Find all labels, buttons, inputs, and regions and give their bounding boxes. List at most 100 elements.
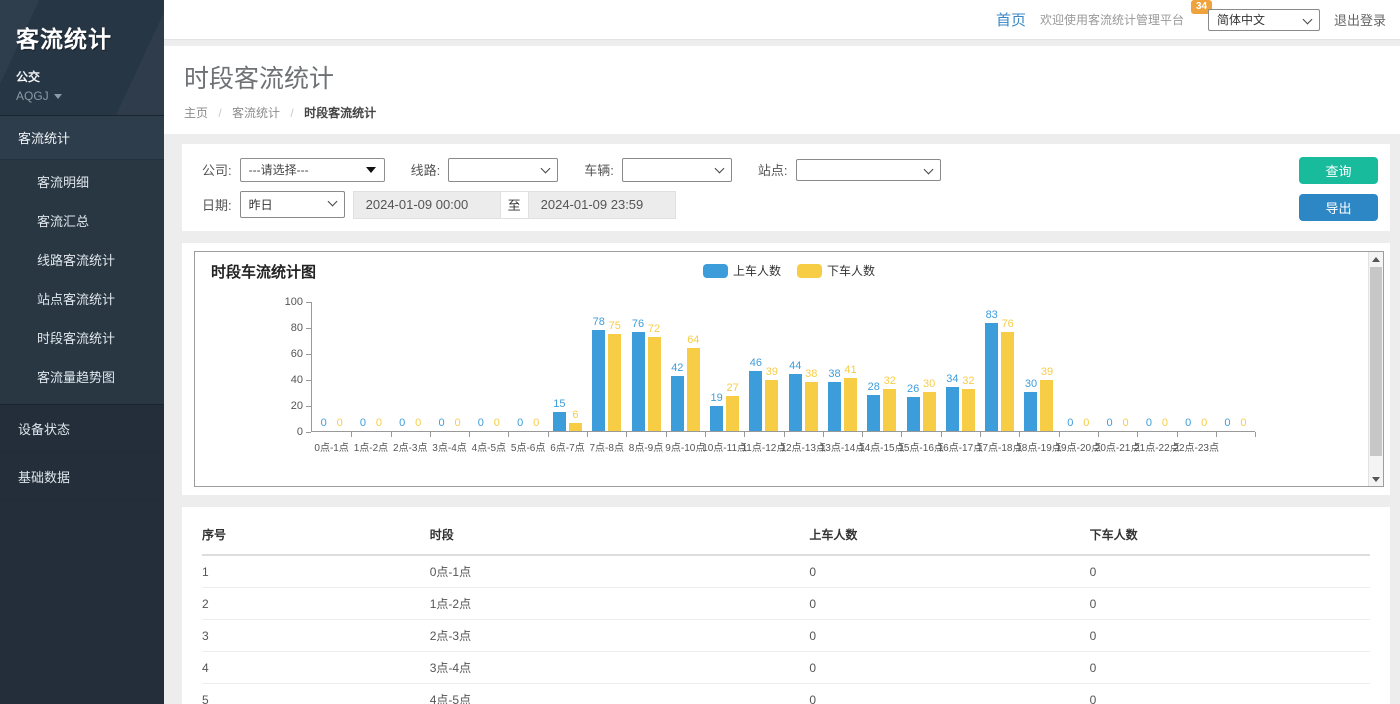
chart-category-group: 0021点-22点 xyxy=(1137,302,1176,431)
date-preset-select[interactable]: 昨日 xyxy=(240,191,345,218)
table-cell: 0 xyxy=(809,652,1089,684)
org-selector[interactable]: AQGJ xyxy=(16,89,148,103)
x-axis-label: 1点-2点 xyxy=(354,439,388,454)
chart-scrollbar[interactable] xyxy=(1368,252,1383,486)
table-cell: 0 xyxy=(809,555,1089,588)
bar-value-label: 30 xyxy=(923,378,935,390)
table-row: 21点-2点00 xyxy=(202,588,1370,620)
chart-category-group: 000点-1点 xyxy=(312,302,351,431)
bar-wrapper: 42 xyxy=(671,302,684,431)
breadcrumb: 主页 / 客流统计 / 时段客流统计 xyxy=(184,104,1380,121)
bar-wrapper: 44 xyxy=(789,302,802,431)
bar-value-label: 0 xyxy=(1185,417,1191,429)
topbar: 首页 欢迎使用客流统计管理平台 34 简体中文 退出登录 xyxy=(164,0,1400,40)
bar-value-label: 0 xyxy=(399,417,405,429)
sidebar-item[interactable]: 基础数据 xyxy=(0,453,164,501)
bar-上车人数 xyxy=(632,332,645,431)
column-header: 下车人数 xyxy=(1090,513,1370,555)
org-name: 公交 xyxy=(16,68,148,85)
company-label: 公司: xyxy=(202,160,232,179)
bar-wrapper: 0 xyxy=(1119,302,1132,431)
bar-下车人数 xyxy=(765,380,778,431)
table-row: 54点-5点00 xyxy=(202,684,1370,704)
sidebar-subitem[interactable]: 客流明细 xyxy=(0,162,164,201)
bar-value-label: 44 xyxy=(789,360,801,372)
sidebar-subitem[interactable]: 客流汇总 xyxy=(0,201,164,240)
date-start-input[interactable]: 2024-01-09 00:00 xyxy=(353,191,501,219)
bar-wrapper: 28 xyxy=(867,302,880,431)
x-axis-tick xyxy=(980,432,981,437)
x-axis-tick xyxy=(901,432,902,437)
table-cell: 2点-3点 xyxy=(430,620,810,652)
date-end-input[interactable]: 2024-01-09 23:59 xyxy=(528,191,676,219)
search-button[interactable]: 查询 xyxy=(1299,157,1378,184)
bar-value-label: 0 xyxy=(1083,417,1089,429)
station-select[interactable] xyxy=(796,159,941,181)
bar-wrapper: 26 xyxy=(907,302,920,431)
bar-value-label: 41 xyxy=(844,364,856,376)
sidebar-subitem[interactable]: 时段客流统计 xyxy=(0,318,164,357)
bar-value-label: 0 xyxy=(438,417,444,429)
legend-item-下车人数[interactable]: 下车人数 xyxy=(797,262,875,279)
y-axis-tick-label: 40 xyxy=(257,374,303,386)
filter-row-2: 日期: 昨日 2024-01-09 00:00 至 2024-01-09 23:… xyxy=(202,191,1374,218)
table-cell: 3点-4点 xyxy=(430,652,810,684)
bar-wrapper: 46 xyxy=(749,302,762,431)
x-axis-label: 22点-23点 xyxy=(1173,439,1219,454)
table-cell: 1点-2点 xyxy=(430,588,810,620)
chart-category-group: 443812点-13点 xyxy=(784,302,823,431)
bar-下车人数 xyxy=(687,348,700,431)
y-axis-tick-label: 0 xyxy=(257,426,303,438)
export-button[interactable]: 导出 xyxy=(1299,194,1378,221)
sidebar-subitem[interactable]: 站点客流统计 xyxy=(0,279,164,318)
company-select-value: ---请选择--- xyxy=(249,161,309,178)
breadcrumb-passenger-stats[interactable]: 客流统计 xyxy=(232,106,280,120)
chart-title: 时段车流统计图 xyxy=(211,261,316,282)
table-cell: 0 xyxy=(1090,620,1370,652)
bar-value-label: 0 xyxy=(1201,417,1207,429)
y-axis-tick-label: 80 xyxy=(257,322,303,334)
chevron-down-icon xyxy=(54,94,62,99)
legend-item-上车人数[interactable]: 上车人数 xyxy=(703,262,781,279)
table-cell: 0 xyxy=(1090,652,1370,684)
home-link[interactable]: 首页 xyxy=(996,9,1026,30)
chart-category-group: 192710点-11点 xyxy=(705,302,744,431)
sidebar-logo-area: 客流统计 公交 AQGJ xyxy=(0,0,164,116)
bar-wrapper: 34 xyxy=(946,302,959,431)
bar-value-label: 64 xyxy=(687,334,699,346)
date-label: 日期: xyxy=(202,195,232,214)
bar-value-label: 0 xyxy=(1123,417,1129,429)
chart-plot-area: 000点-1点001点-2点002点-3点003点-4点004点-5点005点-… xyxy=(311,302,1255,432)
vehicle-label: 车辆: xyxy=(584,160,614,179)
scroll-up-icon[interactable] xyxy=(1369,252,1383,266)
bar-wrapper: 39 xyxy=(765,302,778,431)
bar-wrapper: 75 xyxy=(608,302,621,431)
company-select[interactable]: ---请选择--- xyxy=(240,158,385,182)
sidebar-subitem[interactable]: 客流量趋势图 xyxy=(0,357,164,396)
bar-wrapper: 6 xyxy=(569,302,582,431)
bar-wrapper: 0 xyxy=(1080,302,1093,431)
bar-value-label: 75 xyxy=(609,320,621,332)
bar-wrapper: 30 xyxy=(923,302,936,431)
vehicle-select[interactable] xyxy=(622,158,732,182)
bar-value-label: 15 xyxy=(553,398,565,410)
table-row: 32点-3点00 xyxy=(202,620,1370,652)
org-code-label: AQGJ xyxy=(16,89,49,103)
table-header-row: 序号时段上车人数下车人数 xyxy=(202,513,1370,555)
language-select[interactable]: 简体中文 xyxy=(1208,9,1320,31)
breadcrumb-current: 时段客流统计 xyxy=(304,106,376,120)
sidebar-item[interactable]: 设备状态 xyxy=(0,405,164,453)
sidebar-section-passenger-stats[interactable]: 客流统计 xyxy=(0,116,164,160)
bar-wrapper: 0 xyxy=(530,302,543,431)
bar-wrapper: 0 xyxy=(1198,302,1211,431)
x-axis-tick xyxy=(666,432,667,437)
scroll-down-icon[interactable] xyxy=(1369,472,1383,486)
chart-category-group: 283214点-15点 xyxy=(862,302,901,431)
breadcrumb-separator: / xyxy=(290,106,293,120)
breadcrumb-home[interactable]: 主页 xyxy=(184,106,208,120)
sidebar-subitem[interactable]: 线路客流统计 xyxy=(0,240,164,279)
logout-link[interactable]: 退出登录 xyxy=(1334,10,1386,29)
scrollbar-thumb[interactable] xyxy=(1370,267,1382,456)
line-select[interactable] xyxy=(448,158,558,182)
bar-value-label: 42 xyxy=(671,362,683,374)
